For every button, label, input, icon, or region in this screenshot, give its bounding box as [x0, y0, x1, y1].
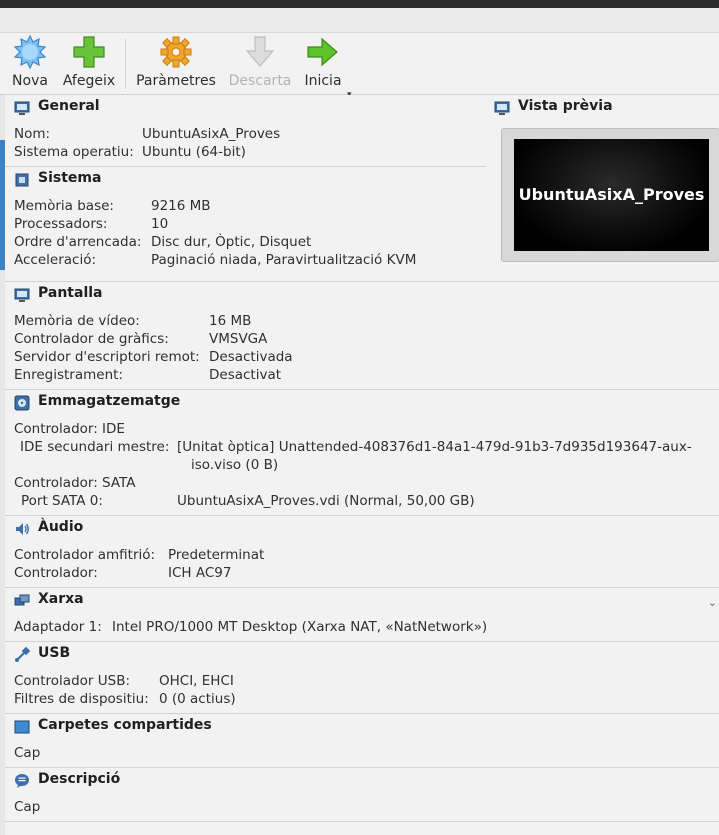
- section-audio: Àudio Controlador amfitrió: Predetermina…: [5, 516, 719, 588]
- preview-screen: UbuntuAsixA_Proves: [514, 139, 709, 251]
- usb-key: Filtres de dispositiu:: [14, 691, 149, 707]
- system-key: Ordre d'arrencada:: [14, 234, 142, 250]
- storage-ide-key: IDE secundari mestre:: [20, 439, 170, 455]
- storage-sata-label: Controlador: SATA: [14, 475, 136, 491]
- storage-sata-value: UbuntuAsixA_Proves.vdi (Normal, 50,00 GB…: [177, 493, 475, 509]
- general-name-value: UbuntuAsixA_Proves: [142, 126, 281, 142]
- network-value: Intel PRO/1000 MT Desktop (Xarxa NAT, «N…: [112, 619, 488, 635]
- general-title: General: [38, 98, 100, 114]
- general-os-key: Sistema operatiu:: [14, 144, 134, 160]
- shared-folders-title: Carpetes compartides: [38, 717, 212, 733]
- folder-icon: [14, 720, 30, 734]
- start-arrow-icon: [307, 37, 338, 67]
- new-button-label: Nova: [12, 73, 48, 89]
- usb-value: OHCI, EHCI: [159, 673, 234, 689]
- audio-key: Controlador:: [14, 565, 98, 581]
- preview-title: Vista prèvia: [518, 98, 613, 114]
- display-key: Controlador de gràfics:: [14, 331, 169, 347]
- audio-key: Controlador amfitrió:: [14, 547, 156, 563]
- system-key: Memòria base:: [14, 198, 114, 214]
- description-value: Cap: [14, 799, 41, 815]
- start-button[interactable]: Inicia: [302, 33, 344, 93]
- system-value: 10: [151, 216, 169, 232]
- system-title: Sistema: [38, 170, 102, 186]
- network-key: Adaptador 1:: [14, 619, 102, 635]
- network-title: Xarxa: [38, 591, 84, 607]
- display-title: Pantalla: [38, 285, 103, 301]
- system-value: 9216 MB: [151, 198, 211, 214]
- audio-title: Àudio: [38, 519, 84, 535]
- shared-folders-value: Cap: [14, 745, 41, 761]
- preview-screen-text: UbuntuAsixA_Proves: [518, 185, 705, 204]
- add-button-label: Afegeix: [62, 73, 116, 89]
- section-storage: Emmagatzematge Controlador: IDE IDE secu…: [5, 390, 719, 516]
- add-button[interactable]: Afegeix: [60, 33, 118, 93]
- usb-icon: [15, 647, 30, 662]
- system-value: Paginació niada, Paravirtualització KVM: [151, 252, 417, 268]
- monitor-icon: [14, 101, 30, 115]
- settings-button-label: Paràmetres: [136, 73, 216, 89]
- storage-sata-key: Port SATA 0:: [21, 493, 103, 509]
- display-value: 16 MB: [209, 313, 252, 329]
- storage-ide-value: [Unitat òptica] Unattended-408376d1-84a1…: [177, 439, 692, 455]
- discard-button[interactable]: Descarta: [226, 33, 294, 93]
- settings-button[interactable]: Paràmetres: [134, 33, 218, 93]
- window-titlebar: [0, 0, 719, 8]
- usb-title: USB: [38, 645, 71, 661]
- display-value: Desactivat: [209, 367, 282, 383]
- monitor-icon: [494, 101, 510, 115]
- display-value: Desactivada: [209, 349, 293, 365]
- display-key: Memòria de vídeo:: [14, 313, 140, 329]
- preview-frame: UbuntuAsixA_Proves: [501, 128, 719, 262]
- general-os-value: Ubuntu (64-bit): [142, 144, 246, 160]
- discard-button-label: Descarta: [228, 73, 292, 89]
- usb-key: Controlador USB:: [14, 673, 131, 689]
- speech-bubble-icon: [15, 774, 29, 788]
- system-key: Processadors:: [14, 216, 108, 232]
- section-general: General Nom: UbuntuAsixA_Proves Sistema …: [5, 95, 486, 167]
- description-title: Descripció: [38, 771, 121, 787]
- section-display: Pantalla Memòria de vídeo: 16 MB Control…: [5, 282, 719, 390]
- chip-icon: [15, 173, 29, 187]
- main-toolbar: Nova Afegeix Paràmetres Descarta Inicia: [0, 33, 719, 100]
- details-pane: General Nom: UbuntuAsixA_Proves Sistema …: [5, 95, 719, 835]
- storage-title: Emmagatzematge: [38, 393, 181, 409]
- speaker-icon: [16, 523, 29, 535]
- start-button-label: Inicia: [304, 73, 342, 89]
- section-network: Xarxa ⌄ Adaptador 1: Intel PRO/1000 MT D…: [5, 588, 719, 642]
- chevron-down-icon[interactable]: ⌄: [708, 596, 717, 609]
- usb-value: 0 (0 actius): [159, 691, 236, 707]
- system-value: Disc dur, Òptic, Disquet: [151, 234, 312, 250]
- display-value: VMSVGA: [209, 331, 268, 347]
- system-key: Acceleració:: [14, 252, 97, 268]
- section-description: Descripció Cap: [5, 768, 719, 822]
- audio-value: Predeterminat: [168, 547, 265, 563]
- preview-header[interactable]: Vista prèvia: [485, 98, 715, 118]
- tab-strip: [0, 8, 719, 33]
- section-system: Sistema Memòria base: 9216 MB Processado…: [5, 167, 486, 281]
- monitor-icon: [14, 288, 30, 302]
- general-name-key: Nom:: [14, 126, 51, 142]
- add-vm-icon: [73, 36, 105, 68]
- section-usb: USB Controlador USB: OHCI, EHCI Filtres …: [5, 642, 719, 714]
- settings-gear-icon: [160, 36, 192, 68]
- discard-arrow-icon: [245, 36, 275, 67]
- storage-ide-value-cont: iso.viso (0 B): [191, 457, 279, 473]
- section-shared-folders: Carpetes compartides Cap: [5, 714, 719, 768]
- display-key: Servidor d'escriptori remot:: [14, 349, 200, 365]
- new-vm-icon: [13, 35, 47, 69]
- network-icon: [14, 594, 30, 606]
- audio-value: ICH AC97: [168, 565, 232, 581]
- new-button[interactable]: Nova: [8, 33, 52, 93]
- storage-ide-label: Controlador: IDE: [14, 421, 125, 437]
- toolbar-separator: [125, 39, 126, 89]
- disk-icon: [14, 395, 30, 411]
- display-key: Enregistrament:: [14, 367, 123, 383]
